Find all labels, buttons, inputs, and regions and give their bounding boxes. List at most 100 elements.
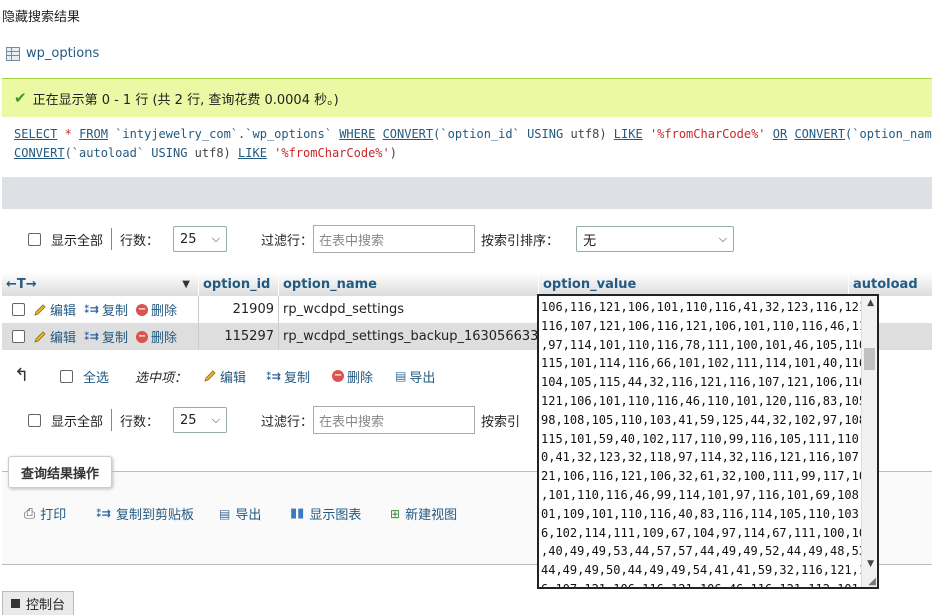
column-header-option-value[interactable]: option_value [538, 272, 848, 296]
option-value-line: 01,109,101,110,116,40,83,116,114,105,110… [541, 506, 861, 521]
sql-convert-2[interactable]: CONVERT [794, 127, 845, 141]
delete-label: 删除 [151, 304, 178, 319]
sql-col-2: (`option_name` [845, 127, 932, 141]
option-value-line: 6,102,114,111,109,67,104,97,114,67,111,1… [541, 525, 861, 540]
copy-icon: ⁑⇉ [96, 507, 111, 520]
sql-query-box: SELECT * FROM `intyjewelry_com`.`wp_opti… [2, 117, 932, 179]
navigation-bottom: 显示全部 行数： 25 ⌵ 过滤行： 在表中搜索 按索引 [28, 405, 520, 435]
create-view-label: 新建视图 [405, 508, 458, 523]
option-value-editor[interactable]: 106,116,121,106,101,110,116,41,32,123,11… [537, 294, 879, 589]
delete-icon: − [136, 330, 149, 343]
rows-label: 行数： [120, 414, 160, 430]
scrollbar[interactable]: ▲ ▼ [861, 296, 877, 587]
row-checkbox[interactable] [12, 330, 25, 343]
divider [111, 409, 113, 431]
row-checkbox[interactable] [12, 303, 25, 316]
print-label: 打印 [40, 508, 67, 523]
export-label: 导出 [235, 508, 262, 523]
row-actions: 编辑 ⁑⇉ 复制 − 删除 [2, 296, 198, 323]
export-icon: ▤ [395, 369, 407, 383]
show-chart-button[interactable]: ▮▮ 显示图表 [290, 504, 361, 523]
copy-clipboard-button[interactable]: ⁑⇉ 复制到剪贴板 [96, 504, 194, 523]
column-header-autoload[interactable]: autoload [848, 272, 932, 296]
table-icon [6, 46, 20, 61]
sql-like-1[interactable]: LIKE [614, 127, 643, 141]
copy-button[interactable]: ⁑⇉ 复制 [84, 327, 128, 346]
select-all-checkbox[interactable] [60, 369, 73, 383]
column-header-option-id[interactable]: option_id [198, 272, 278, 296]
select-all-label[interactable]: 全选 [83, 367, 109, 386]
table-name[interactable]: wp_options [26, 46, 99, 61]
delete-button[interactable]: − 删除 [136, 327, 177, 346]
sql-convert-1[interactable]: CONVERT [383, 127, 434, 141]
option-value-line: ,40,49,49,53,44,57,57,44,49,49,52,44,49,… [541, 544, 861, 559]
sql-db: `intyjewelry_com` [115, 127, 239, 141]
sql-select[interactable]: SELECT [14, 127, 57, 141]
column-menu-icon[interactable]: ▼ [182, 279, 190, 290]
rows-select[interactable]: 25 ⌵ [173, 407, 228, 433]
option-value-line: 121,106,101,110,116,46,110,101,120,116,8… [541, 393, 861, 408]
bulk-copy-button[interactable]: ⁑⇉ 复制 [266, 367, 310, 386]
sql-from[interactable]: FROM [79, 127, 108, 141]
chevron-down-icon: ⌵ [211, 232, 221, 245]
export-button[interactable]: ▤ 导出 [219, 504, 262, 524]
pencil-icon [204, 370, 216, 382]
rows-select-value: 25 [180, 412, 197, 428]
edit-button[interactable]: 编辑 [33, 327, 76, 346]
column-arrows[interactable]: ←T→ [6, 277, 37, 292]
sql-convert-3[interactable]: CONVERT [14, 146, 65, 160]
sql-col-1: (`option_id` [433, 127, 520, 141]
sql-charset-1: utf8) [570, 127, 607, 141]
console-label: 控制台 [26, 598, 66, 613]
option-value-line: ,101,110,116,46,99,114,101,97,116,101,69… [541, 487, 861, 502]
cell-option-id[interactable]: 21909 [198, 296, 278, 323]
filter-input[interactable]: 在表中搜索 [313, 406, 476, 434]
filter-placeholder: 在表中搜索 [319, 233, 385, 249]
option-value-text[interactable]: 106,116,121,106,101,110,116,41,32,123,11… [541, 298, 861, 587]
scroll-up-icon[interactable]: ▲ [867, 298, 874, 308]
sql-like-3[interactable]: LIKE [238, 146, 267, 160]
edit-button[interactable]: 编辑 [33, 300, 76, 319]
sql-where[interactable]: WHERE [339, 127, 375, 141]
print-button[interactable]: ⎙ 打印 [24, 504, 67, 524]
rows-select[interactable]: 25 ⌵ [173, 226, 228, 252]
option-value-line: 6,107,121,106,116,121,106,46,116,121,112… [541, 580, 861, 587]
show-all-checkbox[interactable] [28, 413, 41, 427]
cell-option-id[interactable]: 115297 [198, 323, 278, 350]
show-all-label: 显示全部 [51, 233, 104, 249]
show-all-label: 显示全部 [51, 414, 104, 430]
bulk-edit-button[interactable]: 编辑 [203, 367, 246, 386]
column-header-option-name[interactable]: option_name [278, 272, 538, 296]
filter-label: 过滤行： [261, 233, 314, 249]
sql-or-1[interactable]: OR [773, 127, 787, 141]
delete-icon: − [332, 370, 345, 382]
cell-option-name[interactable]: rp_wcdpd_settings [278, 296, 538, 323]
bulk-delete-button[interactable]: − 删除 [332, 367, 373, 386]
option-value-line: 115,101,59,40,102,117,110,99,116,105,111… [541, 431, 861, 446]
sql-toolbar [2, 177, 932, 209]
bulk-copy-label: 复制 [284, 370, 311, 386]
console-tab[interactable]: 控制台 [2, 591, 75, 615]
bulk-export-button[interactable]: ▤ 导出 [395, 367, 435, 386]
hide-search-results-link[interactable]: 隐藏搜索结果 [2, 6, 80, 25]
create-view-button[interactable]: ⊞ 新建视图 [390, 504, 458, 524]
filter-input[interactable]: 在表中搜索 [313, 225, 476, 253]
filter-label: 过滤行： [261, 414, 314, 430]
delete-button[interactable]: − 删除 [136, 300, 177, 319]
option-value-line: 98,108,105,110,103,41,59,125,44,32,102,9… [541, 412, 861, 427]
table-title[interactable]: wp_options [6, 46, 99, 61]
option-value-line: 44,49,49,50,44,49,49,54,41,41,59,32,116,… [541, 563, 861, 578]
scroll-down-icon[interactable]: ▼ [867, 559, 874, 569]
copy-button[interactable]: ⁑⇉ 复制 [84, 300, 128, 319]
navigation-top: 显示全部 行数： 25 ⌵ 过滤行： 在表中搜索 按索引排序： 无 ⌵ [28, 224, 735, 254]
show-chart-label: 显示图表 [309, 508, 362, 523]
scrollbar-thumb[interactable] [864, 348, 875, 370]
resize-handle-icon[interactable]: ◢ [868, 576, 876, 587]
show-all-checkbox[interactable] [28, 232, 41, 246]
sort-label: 按索引 [481, 414, 521, 430]
bulk-delete-label: 删除 [347, 370, 374, 386]
sort-select[interactable]: 无 ⌵ [576, 226, 735, 252]
view-icon: ⊞ [390, 506, 401, 521]
sql-close: ) [389, 146, 397, 160]
cell-option-name[interactable]: rp_wcdpd_settings_backup_1630566334 [278, 323, 538, 350]
